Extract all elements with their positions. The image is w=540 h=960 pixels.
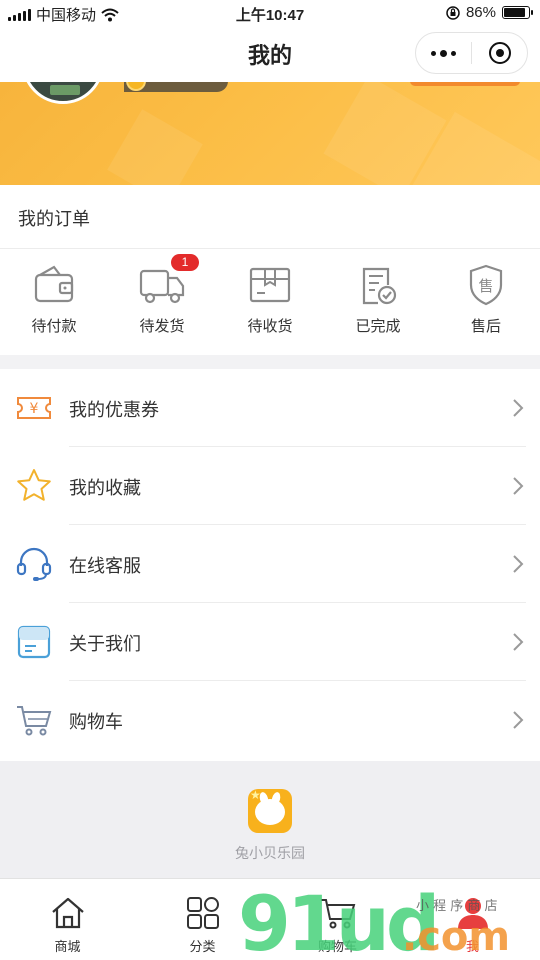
target-circle-icon [488,42,511,64]
chevron-right-icon [513,555,524,573]
svg-text:¥: ¥ [30,401,39,417]
order-after-sale[interactable]: 售 售后 [432,263,540,343]
banner-action-tab[interactable] [410,82,520,86]
star-icon [17,469,51,501]
order-label: 已完成 [355,318,401,335]
completed-document-icon [362,267,397,305]
order-label: 待发货 [139,318,185,335]
notification-badge: 1 [171,254,199,271]
menu-item-favorites[interactable]: 我的收藏 [0,447,540,525]
order-label: 待收货 [247,318,293,335]
cart-icon [320,899,355,929]
tab-bar: 商城 分类 购物车 我 [0,878,540,960]
menu-item-customer-service[interactable]: 在线客服 [0,525,540,603]
rabbit-logo-icon: ★ [248,789,292,833]
battery-percent: 86% [465,4,496,21]
avatar[interactable] [22,82,104,104]
order-label: 售后 [470,318,501,335]
orders-title[interactable]: 我的订单 [18,205,90,231]
wallet-icon [34,265,74,303]
menu-label: 购物车 [69,712,123,732]
menu-item-about-us[interactable]: 关于我们 [0,603,540,681]
status-bar: 中国移动 上午10:47 86% [0,0,540,28]
svg-text:售: 售 [478,277,493,295]
close-mini-program-button[interactable] [472,33,527,73]
tab-label: 分类 [189,939,216,954]
order-label: 待付款 [31,318,77,335]
brand-name: 兔小贝乐园 [235,845,305,861]
coupon-icon: ¥ [17,397,51,419]
more-dots-icon [431,49,456,57]
chevron-right-icon [513,633,524,651]
menu-label: 在线客服 [69,556,141,576]
order-pending-receipt[interactable]: 待收货 [216,263,324,343]
tab-label: 购物车 [317,939,357,954]
order-pending-shipment[interactable]: 1 待发货 [108,254,216,343]
chevron-right-icon [513,399,524,417]
battery-icon [502,6,533,19]
order-completed[interactable]: 已完成 [324,263,432,343]
profile-banner [0,82,540,185]
rotation-lock-icon [446,5,460,20]
tab-category[interactable]: 分类 [135,879,270,960]
tab-me[interactable]: 我 [405,879,540,960]
menu-label: 我的收藏 [69,478,141,498]
after-sale-shield-icon: 售 [469,264,503,306]
menu-item-coupons[interactable]: ¥ 我的优惠券 [0,369,540,447]
more-button[interactable] [416,33,471,73]
coin-icon [126,82,146,91]
menu-list: ¥ 我的优惠券 我的收藏 在线客服 关于我们 购物车 [0,369,540,761]
headset-icon [16,547,52,581]
cart-icon [17,706,52,736]
order-pending-payment[interactable]: 待付款 [0,263,108,343]
menu-label: 关于我们 [69,634,141,654]
menu-item-shopping-cart[interactable]: 购物车 [0,681,540,759]
package-box-icon [249,267,291,303]
menu-label: 我的优惠券 [69,400,159,420]
about-card-icon [17,625,51,659]
mini-program-capsule [415,32,528,74]
member-level-badge [124,82,228,92]
category-grid-icon [186,897,219,929]
chevron-right-icon [513,477,524,495]
chevron-right-icon [513,711,524,729]
tab-cart[interactable]: 购物车 [270,879,405,960]
tab-label: 我 [465,939,479,954]
home-icon [51,897,84,929]
user-icon [457,898,488,929]
tab-mall[interactable]: 商城 [0,879,135,960]
orders-section: 我的订单 待付款 1 待发货 待收货 已完成 售 售后 [0,185,540,355]
brand-footer: ★ 兔小贝乐园 [0,761,540,878]
tab-label: 商城 [54,939,81,954]
status-right: 86% [446,4,533,21]
nav-bar: 我的 [0,28,540,82]
